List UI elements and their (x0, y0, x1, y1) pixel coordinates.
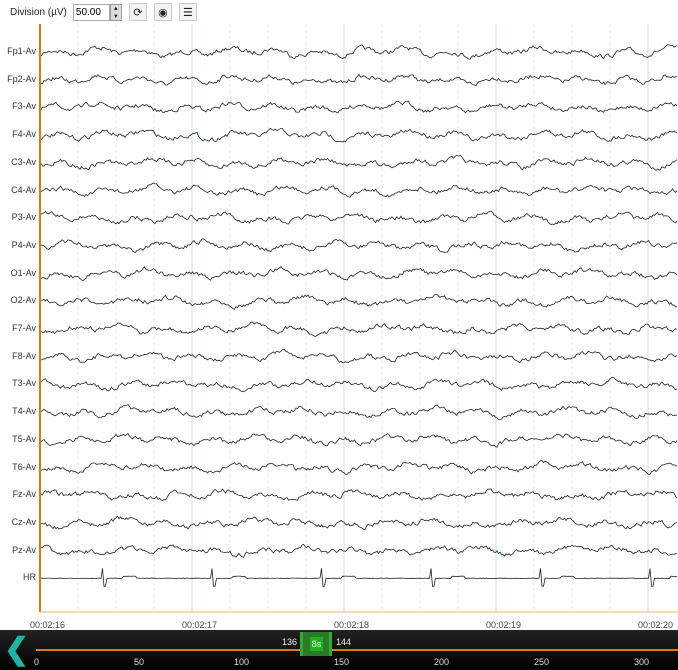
channel-trace (40, 460, 678, 475)
timeline-tick: 300 (634, 657, 650, 667)
channel-label: HR (23, 572, 36, 583)
channel-trace (40, 488, 678, 502)
channel-label: T4-Av (12, 406, 36, 417)
channel-label: Fp1-Av (7, 46, 36, 56)
timeline-tick: 50 (134, 657, 145, 667)
channel-label: F3-Av (12, 101, 36, 112)
channel-label: F4-Av (12, 129, 36, 140)
channel-trace (40, 266, 678, 282)
refresh-icon[interactable]: ⟳ (128, 3, 147, 21)
channel-trace (40, 348, 678, 364)
channel-label: F7-Av (12, 323, 36, 333)
channel-trace (40, 73, 678, 87)
channel-label: T5-Av (12, 433, 36, 444)
channel-label: Fp2-Av (7, 73, 36, 84)
channel-trace (41, 568, 678, 587)
checklist-icon[interactable]: ☰ (178, 3, 197, 21)
window-handle[interactable]: 8s (300, 632, 332, 656)
time-label: 00:02:17 (182, 620, 218, 630)
channel-label: C4-Av (11, 184, 36, 195)
timeline-tick: 0 (34, 657, 40, 667)
montage-icon[interactable]: ◉ (153, 3, 172, 21)
channel-trace (40, 154, 678, 171)
time-label: 00:02:19 (486, 620, 522, 630)
channel-label: C3-Av (11, 156, 36, 167)
channel-label: Cz-Av (11, 516, 36, 527)
channel-label: O1-Av (10, 267, 36, 278)
channel-label: F8-Av (12, 350, 36, 361)
channel-trace (40, 100, 678, 114)
channel-trace (40, 293, 678, 310)
channel-label: Pz-Av (12, 544, 36, 555)
channel-trace (40, 515, 678, 530)
channel-trace (40, 182, 678, 198)
channel-trace (40, 404, 678, 420)
window-start: 136 (282, 637, 298, 647)
toolbar: Division (µV) ▲▼ ⟳ ◉ ☰ (0, 0, 678, 24)
timeline-tick: 250 (534, 657, 550, 667)
channel-trace (40, 543, 678, 559)
time-label: 00:02:18 (334, 620, 370, 630)
channel-label: T3-Av (12, 378, 36, 389)
time-label: 00:02:16 (30, 620, 66, 630)
timeline-navigator[interactable]: ❮ 136 8s 144 0 50 100 150 200 250 300 (0, 630, 678, 670)
channel-trace (40, 210, 678, 226)
timeline-tick: 200 (434, 657, 450, 667)
channel-label: P4-Av (11, 239, 36, 250)
eeg-plot[interactable] (0, 24, 678, 614)
division-stepper[interactable]: ▲ ▼ (109, 3, 122, 21)
channel-trace (40, 44, 678, 60)
channel-trace (40, 127, 678, 143)
division-input[interactable] (72, 3, 110, 21)
channel-trace (40, 238, 678, 254)
timeline-track (36, 649, 678, 651)
channel-label: O2-Av (10, 295, 36, 306)
timeline-tick: 150 (334, 657, 350, 667)
channel-trace (40, 376, 678, 393)
channel-trace (40, 432, 678, 448)
channel-label: T6-Av (12, 461, 36, 472)
chevron-left-icon[interactable]: ❮ (4, 634, 29, 666)
division-label: Division (µV) (10, 6, 67, 18)
time-label: 00:02:20 (638, 620, 674, 630)
channel-trace (40, 321, 678, 337)
channel-label: P3-Av (11, 212, 36, 223)
window-length: 8s (310, 637, 323, 651)
timeline-tick: 100 (234, 657, 250, 667)
window-end: 144 (336, 637, 352, 647)
channel-label: Fz-Av (12, 489, 36, 500)
